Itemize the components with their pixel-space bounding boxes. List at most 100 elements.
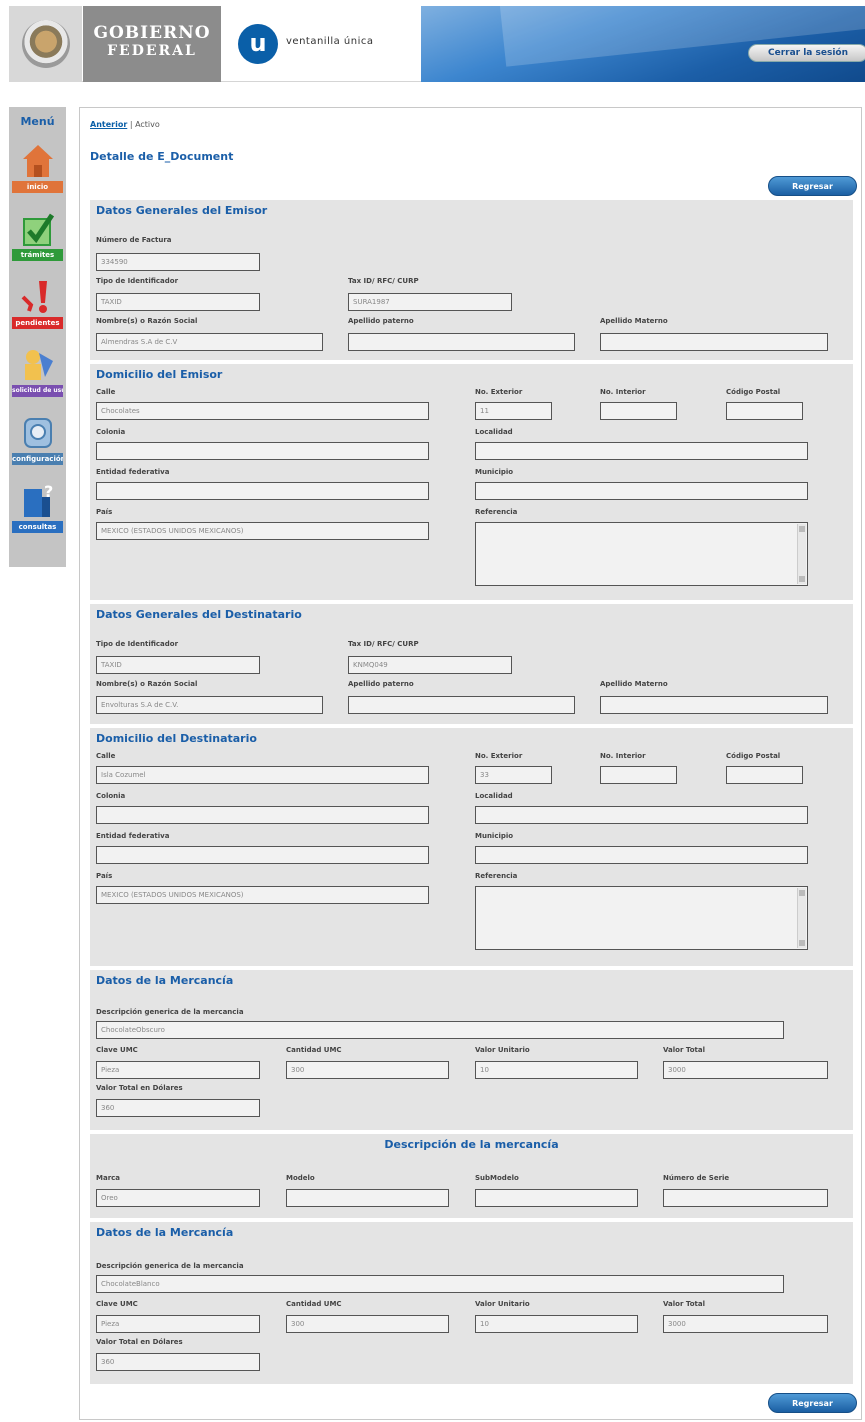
referencia-textarea[interactable]	[475, 886, 808, 950]
descripcion-label: Descripción generica de la mercancia	[96, 1008, 244, 1016]
sidebar-item-label: configuración	[12, 453, 63, 465]
colonia-field[interactable]	[96, 442, 429, 460]
apellido-paterno-label: Apellido paterno	[348, 317, 414, 325]
municipio-label: Municipio	[475, 468, 514, 476]
colonia-field[interactable]	[96, 806, 429, 824]
apellido-materno-label: Apellido Materno	[600, 680, 668, 688]
vu-logo-text: ventanilla única	[286, 36, 374, 47]
breadcrumb-back-link[interactable]: Anterior	[90, 120, 127, 129]
cantidad-umc-field[interactable]: 300	[286, 1061, 449, 1079]
cantidad-umc-label: Cantidad UMC	[286, 1300, 342, 1308]
codigo-postal-label: Código Postal	[726, 388, 781, 396]
sidebar-item-inicio[interactable]: inicio	[12, 143, 63, 193]
gobierno-label: Gobierno	[93, 23, 211, 43]
federal-label: Federal	[107, 43, 197, 59]
entidad-field[interactable]	[96, 846, 429, 864]
municipio-label: Municipio	[475, 832, 514, 840]
sidebar-item-configuracion[interactable]: configuración	[12, 415, 63, 465]
valor-dolares-label: Valor Total en Dólares	[96, 1338, 183, 1346]
sidebar-item-consultas[interactable]: ? consultas	[12, 483, 63, 533]
seal-container	[9, 6, 82, 82]
section-destinatario: Datos Generales del Destinatario Tipo de…	[90, 604, 853, 724]
no-interior-field[interactable]	[600, 766, 677, 784]
checkmark-icon	[23, 213, 55, 246]
header-banner: Cerrar la sesión	[421, 6, 865, 82]
tipo-id-label: Tipo de Identificador	[96, 640, 179, 648]
localidad-field[interactable]	[475, 806, 808, 824]
clave-umc-field[interactable]: Pieza	[96, 1315, 260, 1333]
valor-unitario-label: Valor Unitario	[475, 1300, 530, 1308]
factura-field[interactable]: 334590	[96, 253, 260, 271]
pais-field[interactable]: MEXICO (ESTADOS UNIDOS MEXICANOS)	[96, 886, 429, 904]
valor-dolares-field[interactable]: 360	[96, 1353, 260, 1371]
calle-field[interactable]: Chocolates	[96, 402, 429, 420]
submodelo-label: SubModelo	[475, 1174, 519, 1182]
textarea-scrollbar[interactable]	[797, 524, 806, 584]
sidebar-item-usuarios[interactable]: solicitud de usuarios	[12, 347, 63, 397]
codigo-postal-field[interactable]	[726, 766, 803, 784]
cantidad-umc-field[interactable]: 300	[286, 1315, 449, 1333]
ventanilla-unica-logo: u ventanilla única	[238, 24, 428, 64]
section-title: Domicilio del Destinatario	[96, 732, 257, 745]
apellido-materno-field[interactable]	[600, 333, 828, 351]
section-descripcion-mercancia: Descripción de la mercancía Marca Oreo M…	[90, 1134, 853, 1218]
marca-label: Marca	[96, 1174, 121, 1182]
apellido-materno-label: Apellido Materno	[600, 317, 668, 325]
tipo-id-field[interactable]: TAXID	[96, 293, 260, 311]
factura-label: Número de Factura	[96, 236, 172, 244]
header: Gobierno Federal u ventanilla única Cerr…	[9, 6, 865, 82]
section-title: Datos de la Mercancía	[96, 1226, 234, 1239]
submodelo-field[interactable]	[475, 1189, 638, 1207]
entidad-field[interactable]	[96, 482, 429, 500]
regresar-button-top[interactable]: Regresar	[768, 176, 857, 196]
clave-umc-label: Clave UMC	[96, 1046, 138, 1054]
sidebar-item-tramites[interactable]: trámites	[12, 211, 63, 261]
apellido-paterno-field[interactable]	[348, 696, 575, 714]
breadcrumb: Anterior | Activo	[90, 120, 160, 129]
municipio-field[interactable]	[475, 846, 808, 864]
no-interior-field[interactable]	[600, 402, 677, 420]
codigo-postal-field[interactable]	[726, 402, 803, 420]
marca-field[interactable]: Oreo	[96, 1189, 260, 1207]
no-exterior-field[interactable]: 33	[475, 766, 552, 784]
calle-field[interactable]: Isla Cozumel	[96, 766, 429, 784]
tipo-id-field[interactable]: TAXID	[96, 656, 260, 674]
tax-id-field[interactable]: SURA1987	[348, 293, 512, 311]
valor-unitario-field[interactable]: 10	[475, 1061, 638, 1079]
municipio-field[interactable]	[475, 482, 808, 500]
descripcion-field[interactable]: ChocolateObscuro	[96, 1021, 784, 1039]
vu-logo-icon: u	[238, 24, 278, 64]
clave-umc-field[interactable]: Pieza	[96, 1061, 260, 1079]
localidad-label: Localidad	[475, 428, 513, 436]
valor-dolares-field[interactable]: 360	[96, 1099, 260, 1117]
pais-field[interactable]: MEXICO (ESTADOS UNIDOS MEXICANOS)	[96, 522, 429, 540]
nombre-field[interactable]: Almendras S.A de C.V	[96, 333, 323, 351]
sidebar-item-pendientes[interactable]: pendientes	[12, 279, 63, 329]
codigo-postal-label: Código Postal	[726, 752, 781, 760]
apellido-paterno-field[interactable]	[348, 333, 575, 351]
calle-label: Calle	[96, 752, 116, 760]
textarea-scrollbar[interactable]	[797, 888, 806, 948]
valor-unitario-field[interactable]: 10	[475, 1315, 638, 1333]
descripcion-field[interactable]: ChocolateBlanco	[96, 1275, 784, 1293]
gear-icon	[24, 418, 52, 448]
section-domicilio-destinatario: Domicilio del Destinatario Calle Isla Co…	[90, 728, 853, 966]
apellido-materno-field[interactable]	[600, 696, 828, 714]
modelo-field[interactable]	[286, 1189, 449, 1207]
valor-total-field[interactable]: 3000	[663, 1061, 828, 1079]
sidebar-item-label: consultas	[12, 521, 63, 533]
referencia-textarea[interactable]	[475, 522, 808, 586]
nombre-field[interactable]: Envolturas S.A de C.V.	[96, 696, 323, 714]
pais-label: País	[96, 508, 113, 516]
referencia-label: Referencia	[475, 508, 518, 516]
localidad-field[interactable]	[475, 442, 808, 460]
menu-title: Menú	[20, 115, 55, 128]
no-exterior-field[interactable]: 11	[475, 402, 552, 420]
tax-id-field[interactable]: KNMQ049	[348, 656, 512, 674]
section-title: Datos Generales del Destinatario	[96, 608, 302, 621]
valor-total-field[interactable]: 3000	[663, 1315, 828, 1333]
numero-serie-field[interactable]	[663, 1189, 828, 1207]
logout-button[interactable]: Cerrar la sesión	[748, 44, 865, 62]
regresar-button-bottom[interactable]: Regresar	[768, 1393, 857, 1413]
no-exterior-label: No. Exterior	[475, 752, 523, 760]
